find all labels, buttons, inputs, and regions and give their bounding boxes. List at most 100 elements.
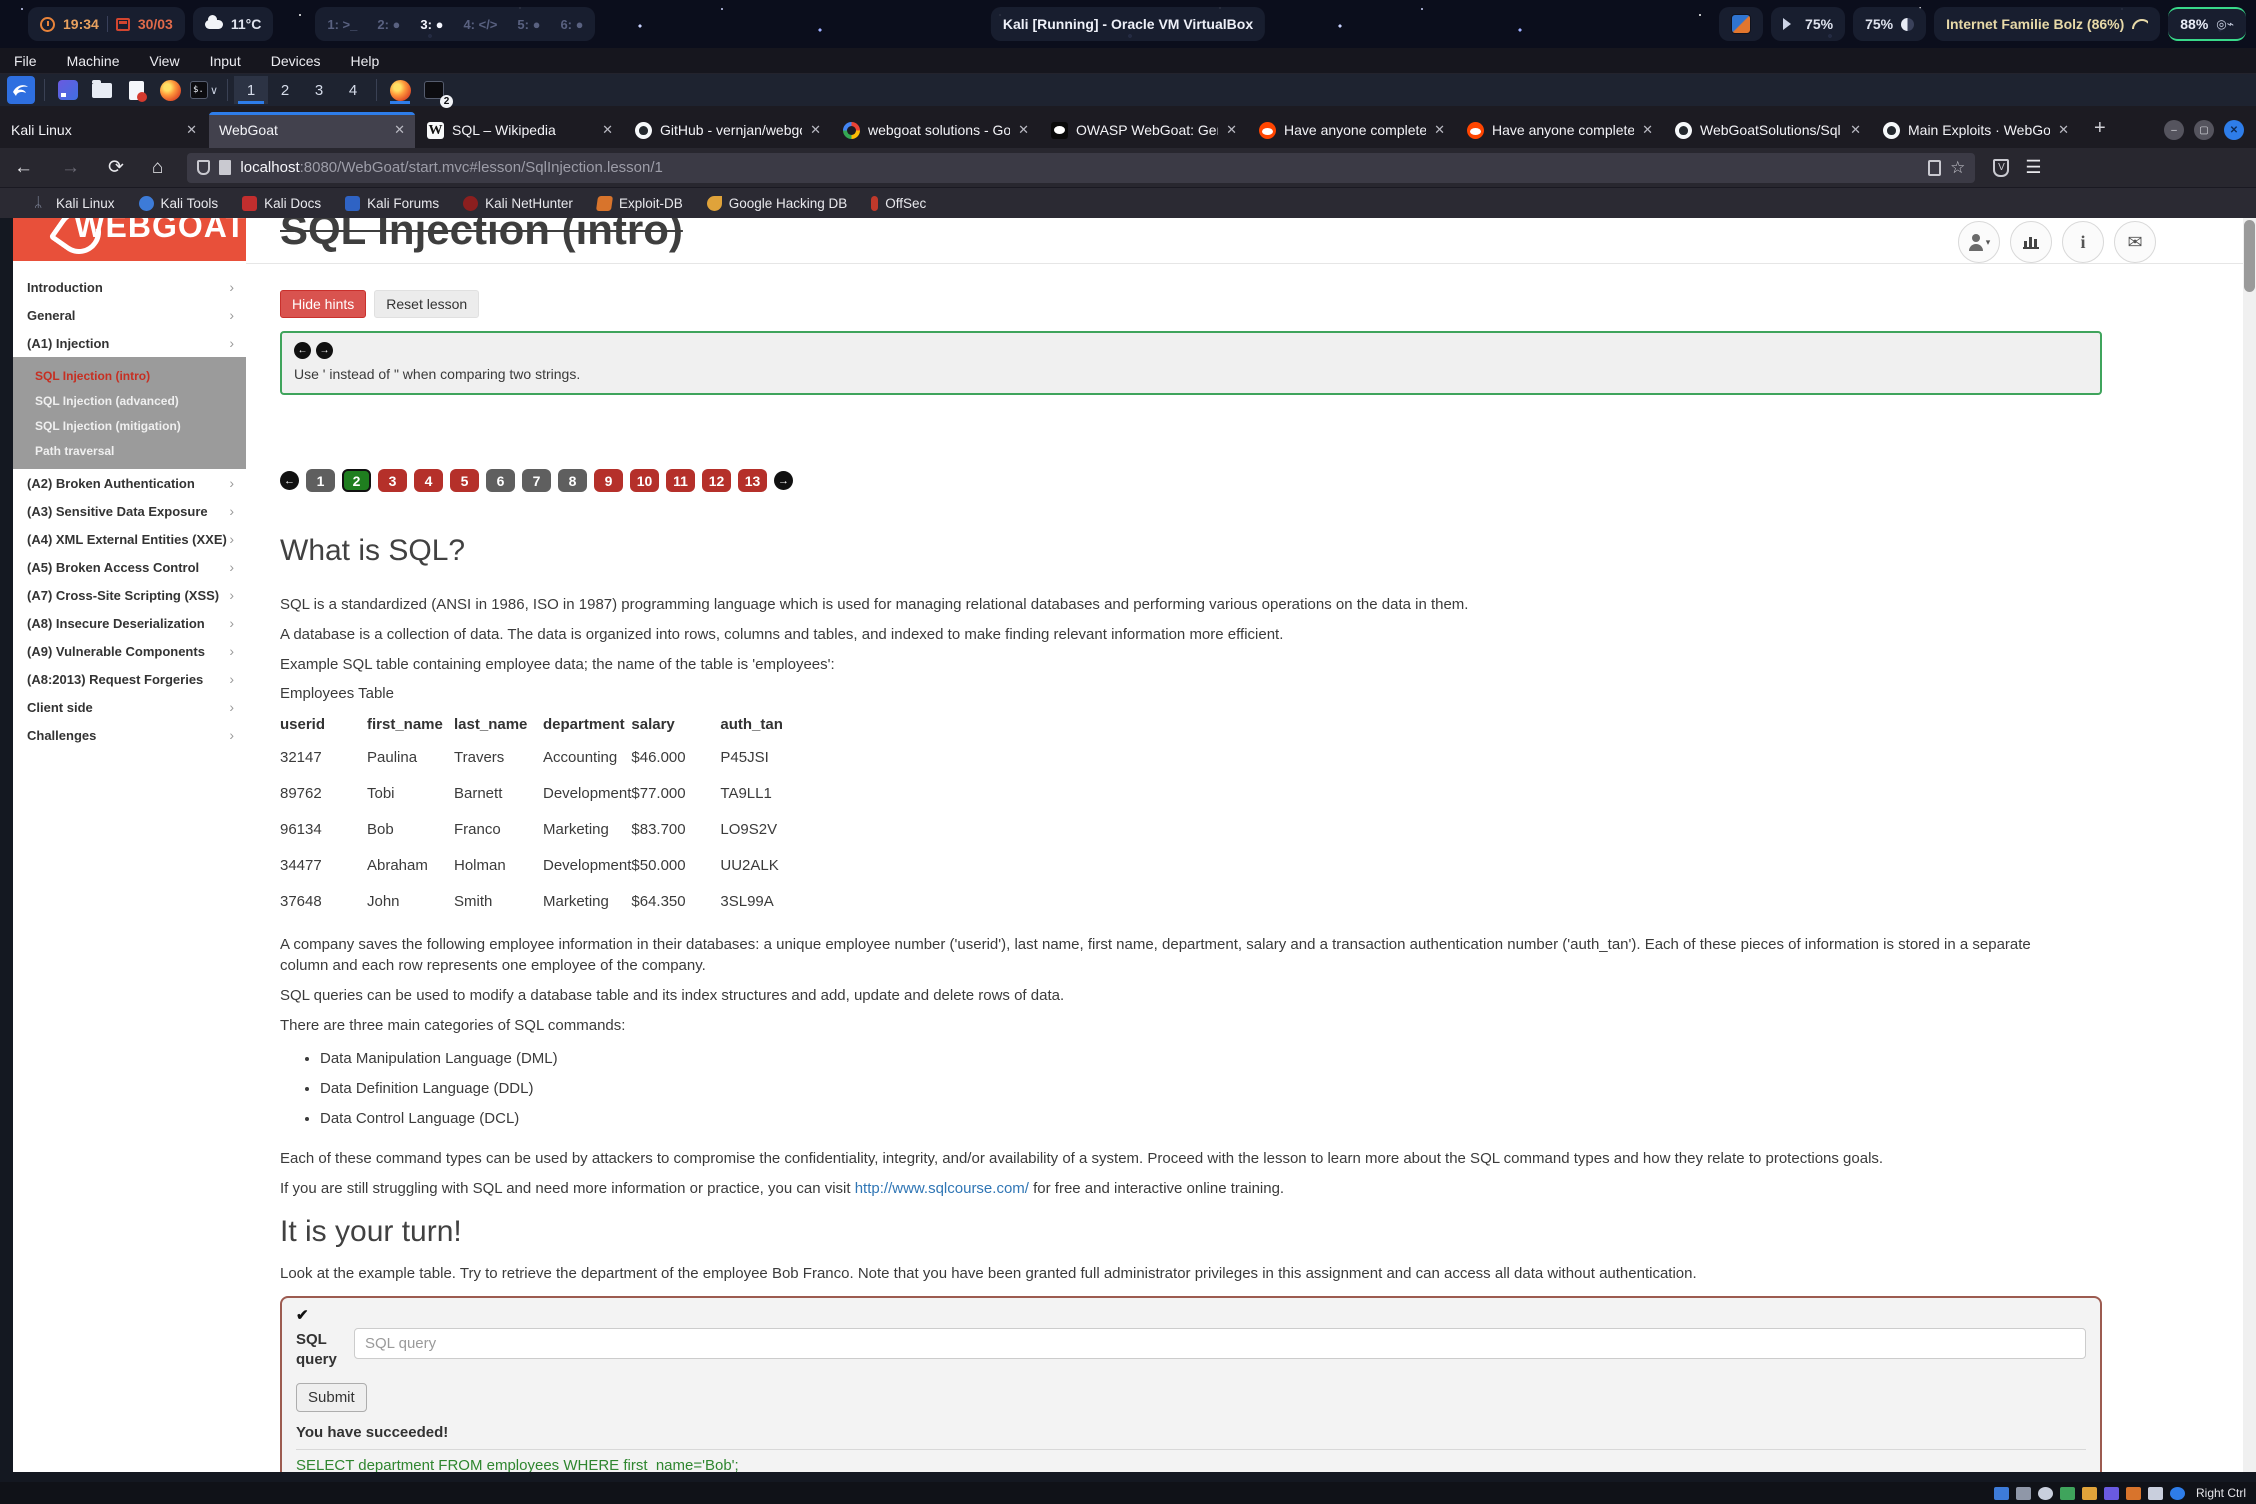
page-number-button[interactable]: 8 [558,469,587,492]
sidebar-lesson-item[interactable]: SQL Injection (advanced) [13,388,246,413]
vm-menu-item[interactable]: Input [210,53,241,69]
bookmark-item[interactable]: Kali Linux [34,196,115,211]
weather-pill[interactable]: 11°C [193,7,274,41]
bookmark-item[interactable]: Kali Docs [242,196,321,211]
hint-next-button[interactable]: → [316,342,333,359]
browser-tab[interactable]: SQL – Wikipedia ✕ [417,112,623,148]
about-button[interactable]: i [2062,221,2104,263]
reader-mode-icon[interactable] [1928,160,1941,176]
sidebar-category[interactable]: General › [13,301,246,329]
page-number-button[interactable]: 6 [486,469,515,492]
url-bar[interactable]: localhost:8080/WebGoat/start.mvc#lesson/… [187,153,1975,183]
bookmark-item[interactable]: Google Hacking DB [707,196,848,211]
virtualbox-tray-icon[interactable] [1719,7,1763,41]
vm-menu-item[interactable]: Help [351,53,380,69]
terminal-launcher[interactable]: $. ∨ [190,76,218,104]
page-scrollbar[interactable] [2243,218,2256,1472]
sidebar-category[interactable]: (A8) Insecure Deserialization › [13,609,246,637]
firefox-launcher[interactable] [156,76,184,104]
host-workspace-item[interactable]: 2: ● [377,17,400,32]
brightness-pill[interactable]: 75% [1853,7,1926,41]
audio-status-icon[interactable] [2060,1487,2075,1500]
page-next-button[interactable]: → [774,471,793,490]
clock-date-pill[interactable]: 19:34 30/03 [28,7,185,41]
sql-query-input[interactable] [354,1328,2086,1359]
page-number-button[interactable]: 7 [522,469,551,492]
display-status-icon[interactable] [1994,1487,2009,1500]
workspace-button[interactable]: 1 [234,76,268,104]
browser-tab[interactable]: WebGoatSolutions/Sql ✕ [1665,112,1871,148]
sidebar-category[interactable]: Introduction › [13,273,246,301]
reset-lesson-button[interactable]: Reset lesson [374,290,479,318]
reload-button[interactable]: ⟳ [108,156,124,179]
tracking-protection-shield-icon[interactable] [197,160,210,175]
report-card-button[interactable] [2010,221,2052,263]
battery-pill[interactable]: 88% ◎⌁ [2168,7,2246,41]
sidebar-category[interactable]: (A9) Vulnerable Components › [13,637,246,665]
page-number-button[interactable]: 13 [738,469,767,492]
bookmark-item[interactable]: Kali NetHunter [463,196,573,211]
extension-shield-icon[interactable]: V [1993,159,2009,177]
sidebar-lesson-item[interactable]: SQL Injection (mitigation) [13,413,246,438]
tab-close-icon[interactable]: ✕ [1018,122,1029,138]
app-launcher-button[interactable] [54,76,82,104]
webgoat-header[interactable]: WEBGOAT [13,218,246,261]
new-tab-button[interactable]: + [2094,117,2106,140]
volume-pill[interactable]: 75% [1771,7,1845,41]
browser-tab[interactable]: WebGoat ✕ [209,112,415,148]
vm-menu-item[interactable]: File [14,53,37,69]
network-status-icon[interactable] [2082,1487,2097,1500]
hint-prev-button[interactable]: ← [294,342,311,359]
usb-status-icon[interactable] [2104,1487,2119,1500]
sidebar-category[interactable]: (A8:2013) Request Forgeries › [13,665,246,693]
page-number-button[interactable]: 10 [630,469,659,492]
network-pill[interactable]: Internet Familie Bolz (86%) [1934,7,2160,41]
tab-close-icon[interactable]: ✕ [186,122,197,138]
scrollbar-thumb[interactable] [2244,220,2255,292]
page-number-button[interactable]: 9 [594,469,623,492]
tab-close-icon[interactable]: ✕ [810,122,821,138]
bookmark-item[interactable]: Kali Forums [345,196,439,211]
back-button[interactable]: ← [14,157,33,179]
bookmark-item[interactable]: Kali Tools [139,196,219,211]
bookmark-star-icon[interactable]: ☆ [1950,158,1965,178]
home-button[interactable]: ⌂ [152,157,163,179]
browser-tab[interactable]: webgoat solutions - Go ✕ [833,112,1039,148]
maximize-button[interactable]: ▢ [2194,120,2214,140]
url-text[interactable]: localhost:8080/WebGoat/start.mvc#lesson/… [240,159,1919,176]
contact-button[interactable]: ✉ [2114,221,2156,263]
sidebar-category[interactable]: (A7) Cross-Site Scripting (XSS) › [13,581,246,609]
browser-tab[interactable]: Have anyone complete ✕ [1249,112,1455,148]
hamburger-menu-icon[interactable]: ☰ [2025,157,2041,178]
sidebar-category[interactable]: (A4) XML External Entities (XXE) › [13,525,246,553]
page-number-button[interactable]: 11 [666,469,695,492]
vm-window-title[interactable]: Kali [Running] - Oracle VM VirtualBox [991,7,1265,41]
terminal-running-task[interactable]: 2 [420,76,448,104]
sidebar-category[interactable]: Client side › [13,693,246,721]
mouse-integration-status-icon[interactable] [2170,1487,2185,1500]
tab-close-icon[interactable]: ✕ [1642,122,1653,138]
sidebar-lesson-item[interactable]: Path traversal [13,438,246,463]
submit-button[interactable]: Submit [296,1383,367,1412]
vm-menu-item[interactable]: View [149,53,179,69]
browser-tab[interactable]: Have anyone complete ✕ [1457,112,1663,148]
sidebar-lesson-item[interactable]: SQL Injection (intro) [13,363,246,388]
tab-close-icon[interactable]: ✕ [602,122,613,138]
page-number-button[interactable]: 12 [702,469,731,492]
tab-close-icon[interactable]: ✕ [2058,122,2069,138]
hide-hints-button[interactable]: Hide hints [280,290,366,318]
kali-menu-button[interactable] [7,76,35,104]
vm-menu-item[interactable]: Machine [67,53,120,69]
browser-tab[interactable]: GitHub - vernjan/webgo ✕ [625,112,831,148]
page-prev-button[interactable]: ← [280,471,299,490]
page-number-button[interactable]: 4 [414,469,443,492]
workspace-button[interactable]: 4 [336,76,370,104]
hdd-status-icon[interactable] [2016,1487,2031,1500]
clipboard-status-icon[interactable] [2148,1487,2163,1500]
minimize-button[interactable]: – [2164,120,2184,140]
sidebar-category[interactable]: Challenges › [13,721,246,749]
tab-close-icon[interactable]: ✕ [1434,122,1445,138]
page-number-button[interactable]: 1 [306,469,335,492]
bookmark-item[interactable]: OffSec [871,196,926,211]
optical-drive-status-icon[interactable] [2038,1487,2053,1500]
